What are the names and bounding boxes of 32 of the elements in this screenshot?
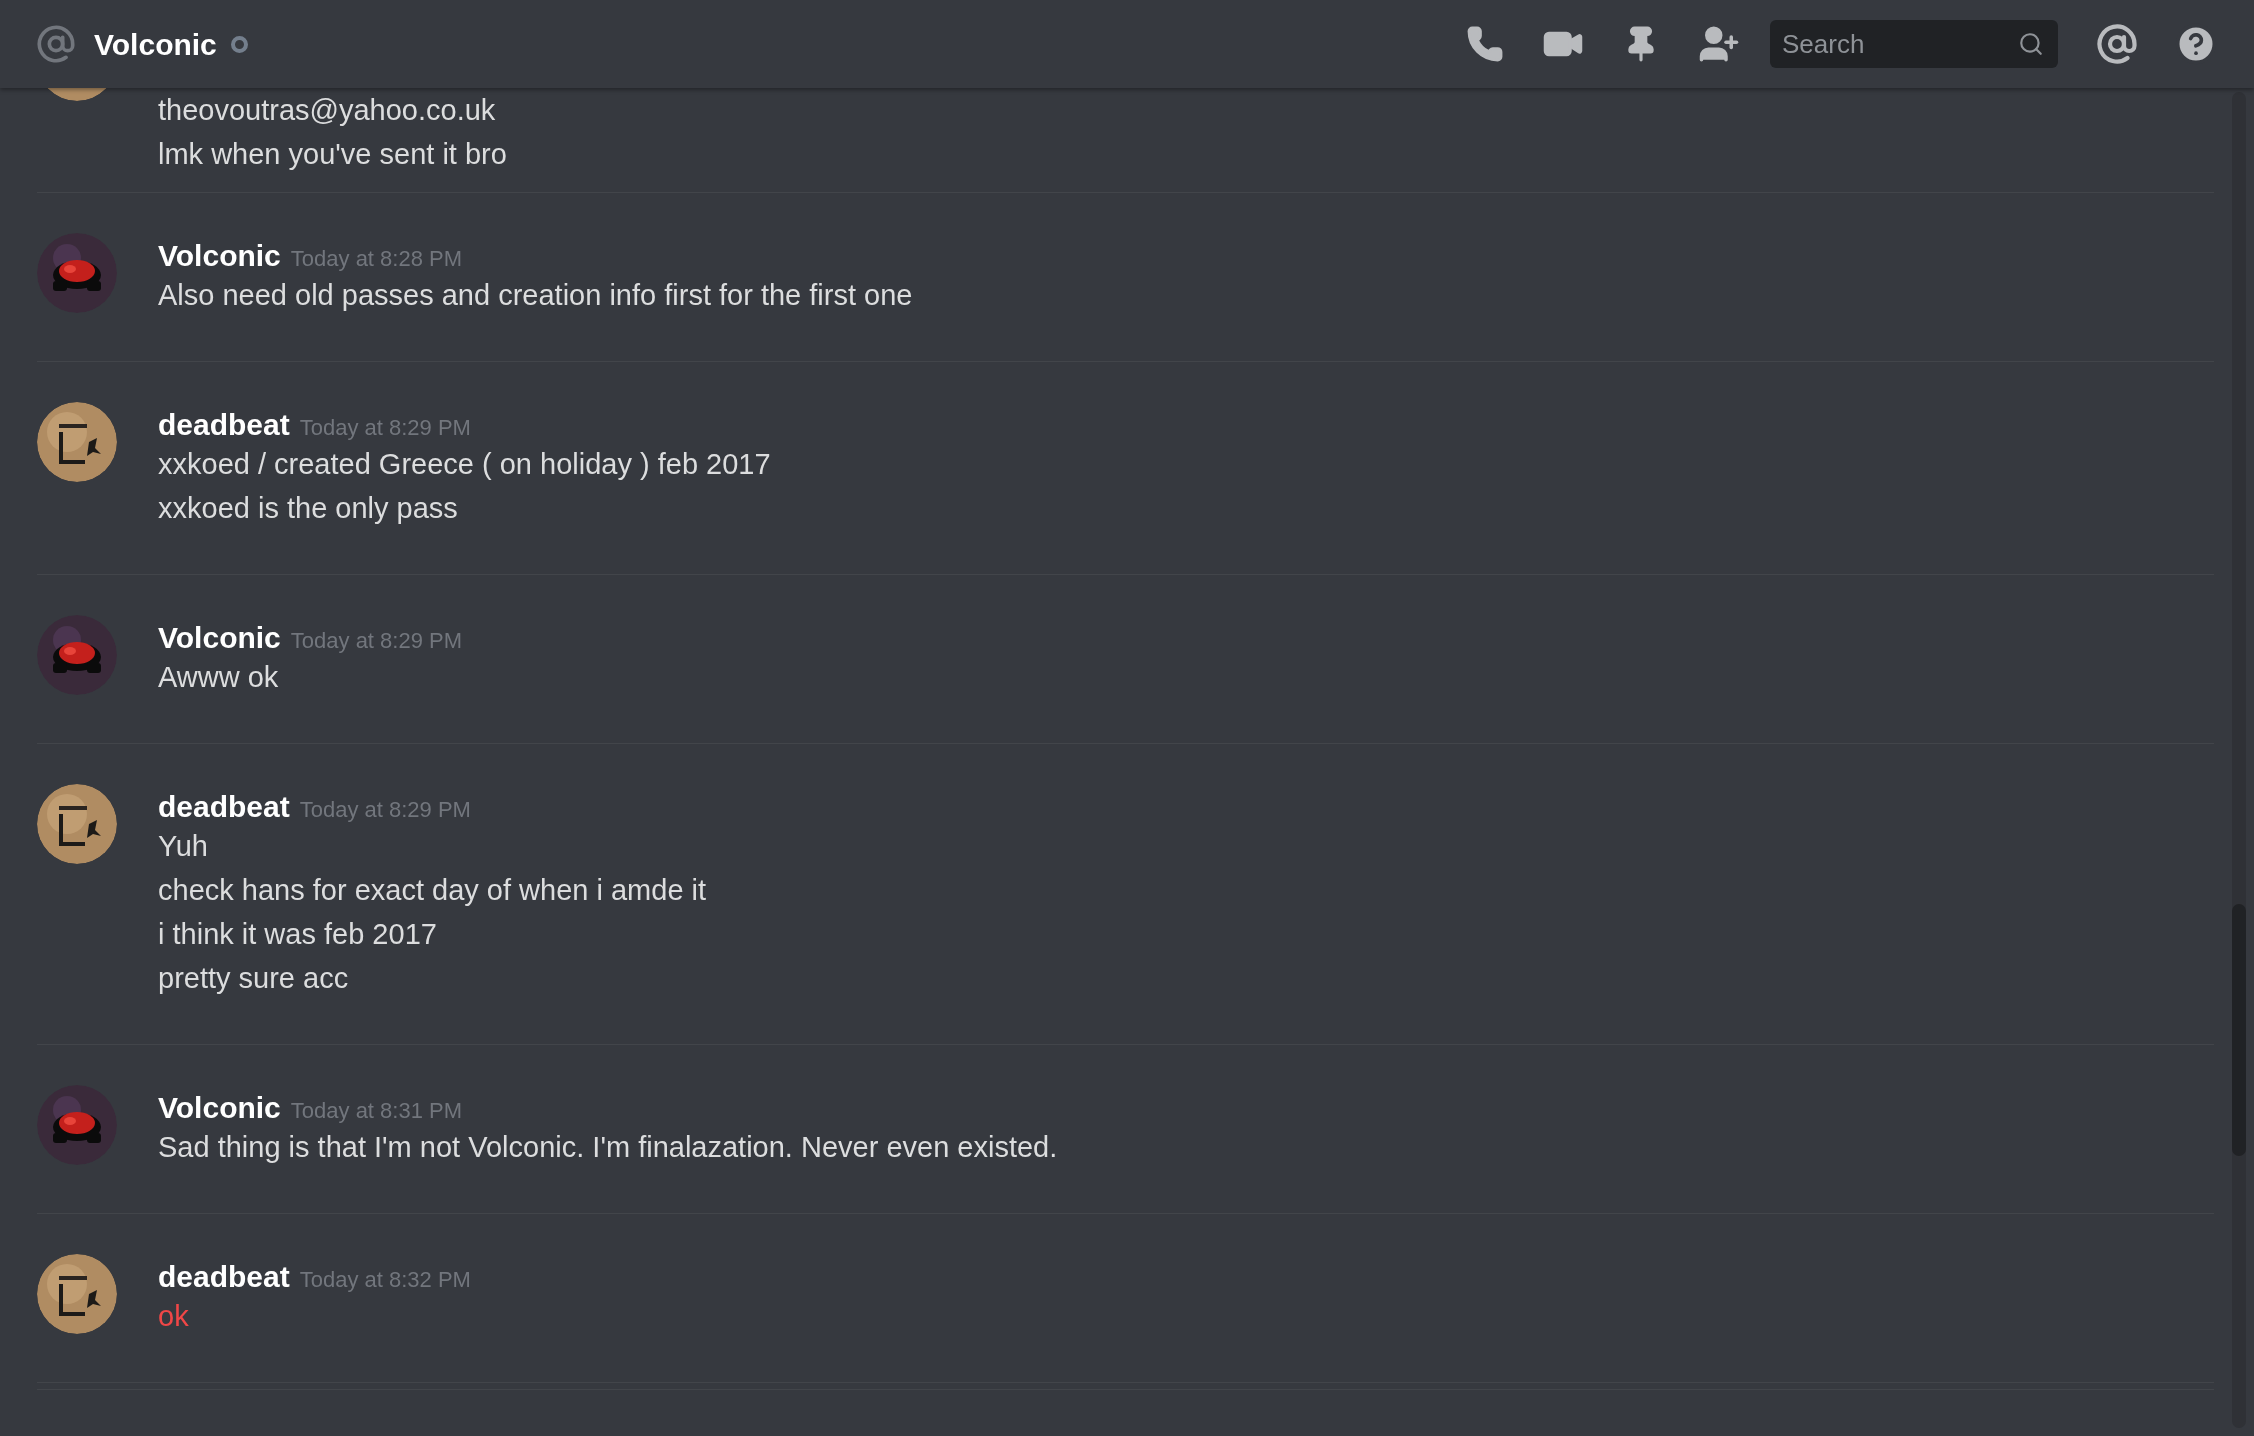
timestamp: Today at 8:31 PM [290,1097,463,1125]
search-field[interactable]: Search [1770,20,2058,68]
message-text: Awww ok [158,660,280,695]
username[interactable]: deadbeat [158,784,290,829]
message-text: ok [158,1299,190,1334]
message-text: check hans for exact day of when i amde it [158,873,707,908]
message-text: xxkoed / created Greece ( on holiday ) feb 2017 [158,447,771,482]
username[interactable]: Volconic [158,233,281,278]
status-icon [230,35,248,53]
message-text: theovoutras@yahoo.co.uk [158,93,497,128]
search-icon [2018,31,2044,57]
timestamp: Today at 8:32 PM [299,1266,471,1294]
username[interactable]: Volconic [158,1085,281,1130]
username[interactable]: Volconic [158,615,281,660]
timestamp: Today at 8:29 PM [299,414,471,442]
message-text: Yuh [158,829,209,864]
message-text: Also need old passes and creation info first for the first one [158,278,913,313]
window-title: Volconic [94,26,217,63]
message-text: Sad thing is that I'm not Volconic. I'm finalazation. Never even existed. [158,1130,1058,1165]
mention-icon[interactable] [2096,23,2138,65]
timestamp: Today at 8:29 PM [290,627,463,655]
message-text: xxkoed is the only pass [158,491,459,526]
timestamp: Today at 8:28 PM [290,245,463,273]
message-text: pretty sure acc [158,961,350,996]
at-sign-icon [36,24,76,64]
message-text: i think it was feb 2017 [158,917,438,952]
scrollbar[interactable] [2232,92,2246,1428]
call-icon[interactable] [1466,25,1504,63]
username[interactable]: deadbeat [158,402,290,447]
timestamp: Today at 8:29 PM [299,796,471,824]
message-text: lmk when you've sent it bro [158,137,507,172]
username[interactable]: deadbeat [158,1254,290,1299]
